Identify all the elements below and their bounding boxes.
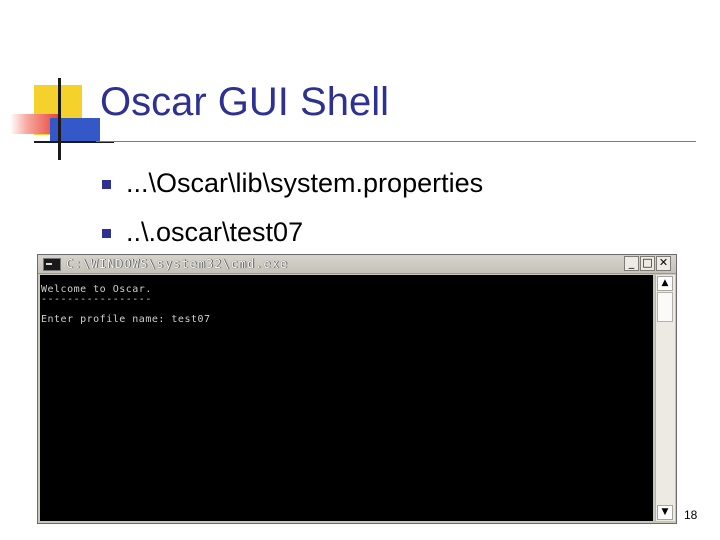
page-number: 18: [684, 508, 698, 522]
console-title-text: C:\WINDOWS\system32\cmd.exe: [66, 257, 289, 271]
close-button[interactable]: ✕: [656, 256, 671, 271]
bullet-text: ...\Oscar\lib\system.properties: [126, 168, 484, 198]
square-bullet-icon: [102, 180, 111, 189]
console-line: -----------------: [41, 294, 152, 305]
console-window: C:\WINDOWS\system32\cmd.exe _ □ ✕ Welcom…: [37, 254, 677, 524]
minimize-button[interactable]: _: [624, 256, 639, 271]
bullet-text: ..\.oscar\test07: [126, 217, 304, 247]
scrollbar-thumb[interactable]: [657, 292, 673, 322]
console-output[interactable]: Welcome to Oscar. ----------------- Ente…: [40, 275, 653, 521]
maximize-button[interactable]: □: [640, 256, 655, 271]
bullet-item: ..\.oscar\test07: [100, 217, 483, 248]
bullet-list: ...\Oscar\lib\system.properties ..\.osca…: [100, 168, 483, 266]
console-app-icon[interactable]: [43, 258, 61, 271]
title-underline: [96, 141, 696, 142]
square-bullet-icon: [102, 229, 111, 238]
decor-vertical-line: [58, 78, 61, 160]
scroll-down-icon[interactable]: ▼: [657, 505, 673, 520]
console-prompt-line: Enter profile name: test07: [41, 314, 211, 325]
slide-title: Oscar GUI Shell: [100, 80, 389, 124]
scroll-up-icon[interactable]: ▲: [657, 276, 673, 291]
bullet-item: ...\Oscar\lib\system.properties: [100, 168, 483, 199]
vertical-scrollbar[interactable]: ▲ ▼: [655, 275, 675, 521]
console-title-bar[interactable]: C:\WINDOWS\system32\cmd.exe _ □ ✕: [38, 255, 676, 274]
